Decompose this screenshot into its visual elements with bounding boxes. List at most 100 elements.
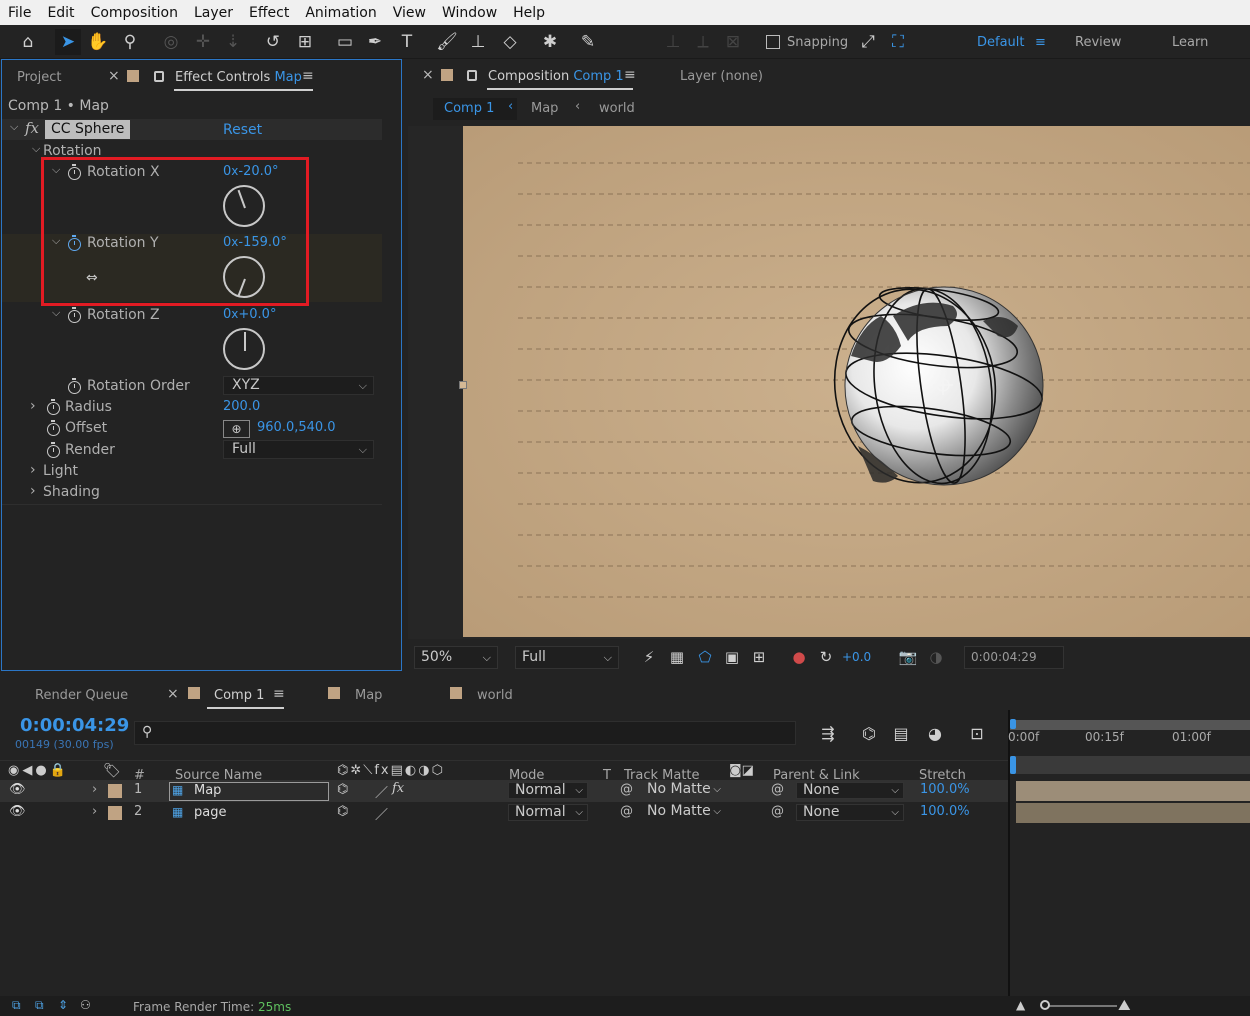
rotation-z-value[interactable]: 0x+0.0° — [223, 307, 276, 322]
expand-icon[interactable]: › — [30, 462, 36, 478]
radius-value[interactable]: 200.0 — [223, 399, 260, 414]
rotate-tool-icon[interactable]: ↺ — [260, 29, 286, 55]
offset-value[interactable]: 960.0,540.0 — [257, 420, 336, 435]
menu-effect[interactable]: Effect — [241, 5, 297, 21]
tab-world[interactable]: world — [477, 688, 513, 703]
mode-dropdown[interactable]: Normal ⌵ — [508, 782, 588, 799]
playhead-handle[interactable] — [1010, 719, 1016, 729]
motion-blur-icon[interactable]: ◕ — [922, 720, 948, 746]
viewer-timecode[interactable]: 0:00:04:29 — [964, 646, 1064, 669]
stopwatch-icon[interactable] — [68, 307, 81, 323]
tab-comp1[interactable]: Comp 1 — [214, 688, 264, 703]
stretch-value[interactable]: 100.0% — [920, 782, 970, 797]
workspace-default[interactable]: Default — [977, 35, 1025, 50]
close-tab-icon[interactable]: × — [108, 68, 120, 84]
timeline-search-input[interactable] — [134, 721, 796, 745]
parent-pickwhip-icon[interactable]: @ — [771, 804, 784, 819]
type-tool-icon[interactable]: T — [394, 29, 420, 55]
work-area-bar[interactable] — [1010, 720, 1250, 730]
collapse-effect-icon[interactable]: ⌵ — [10, 120, 18, 134]
rotation-z-row[interactable]: ⌵ Rotation Z 0x+0.0° — [2, 306, 382, 327]
home-icon[interactable]: ⌂ — [15, 29, 41, 55]
zoom-tool-icon[interactable]: ⚲ — [117, 29, 143, 55]
exposure-value[interactable]: +0.0 — [842, 650, 871, 664]
graph-editor-icon[interactable]: ⊡ — [964, 720, 990, 746]
track-matte-pickwhip-icon[interactable]: @ — [620, 782, 633, 797]
toggle-in-out-icon[interactable]: ⇕ — [58, 998, 68, 1012]
shading-group-row[interactable]: › Shading — [2, 483, 382, 504]
fast-preview-icon[interactable]: ⚡ — [636, 644, 662, 670]
mask-path-icon[interactable]: ⬠ — [692, 644, 718, 670]
fx-icon[interactable]: fx — [25, 119, 39, 137]
composition-mini-flowchart-icon[interactable]: ⇶ — [815, 720, 841, 746]
toggle-switches-icon[interactable]: ⧉ — [12, 998, 21, 1013]
resolution-dropdown[interactable]: Full ⌵ — [515, 646, 619, 669]
zoom-slider-handle[interactable] — [1040, 1000, 1050, 1010]
close-tab-icon[interactable]: × — [422, 67, 434, 83]
clone-stamp-icon[interactable]: ⊥ — [465, 29, 491, 55]
light-group-row[interactable]: › Light — [2, 462, 382, 483]
axis-world-icon[interactable]: ⟂ — [690, 29, 716, 55]
parent-pickwhip-icon[interactable]: @ — [771, 782, 784, 797]
stopwatch-icon[interactable] — [47, 442, 60, 458]
hand-tool-icon[interactable]: ✋ — [85, 29, 111, 55]
orbit-camera-icon[interactable]: ◎ — [158, 29, 184, 55]
layer-row-1[interactable]: 👁 › 1 ▦ Map ⌬ ／ fx Normal ⌵ @ No Matte ⌵ @… — [0, 780, 1008, 802]
snapping-checkbox[interactable] — [766, 35, 780, 49]
menu-file[interactable]: File — [0, 5, 39, 21]
rectangle-tool-icon[interactable]: ▭ — [332, 29, 358, 55]
collapse-transform-icon[interactable]: ⌬ — [337, 782, 348, 797]
reset-exposure-icon[interactable]: ↻ — [813, 644, 839, 670]
snapshot-icon[interactable]: 📷 — [895, 644, 921, 670]
axis-view-icon[interactable]: ⊠ — [720, 29, 746, 55]
menu-layer[interactable]: Layer — [186, 5, 241, 21]
breadcrumb-map[interactable]: Map — [531, 101, 558, 116]
quality-icon[interactable]: ／ — [375, 782, 388, 801]
puppet-pin-icon[interactable]: ✎ — [575, 29, 601, 55]
expand-icon[interactable]: › — [92, 782, 97, 797]
brush-tool-icon[interactable]: 🖌 — [434, 29, 460, 55]
workspace-review[interactable]: Review — [1075, 35, 1121, 50]
shy-layers-icon[interactable]: ⌬ — [856, 720, 882, 746]
effect-name[interactable]: CC Sphere — [45, 120, 131, 139]
panel-menu-icon[interactable]: ≡ — [624, 67, 636, 83]
axis-local-icon[interactable]: ⊥ — [660, 29, 686, 55]
stretch-value[interactable]: 100.0% — [920, 804, 970, 819]
eraser-tool-icon[interactable]: ◇ — [497, 29, 523, 55]
parent-dropdown[interactable]: None ⌵ — [796, 782, 904, 799]
pen-tool-icon[interactable]: ✒ — [362, 29, 388, 55]
layer-handle[interactable] — [459, 381, 467, 389]
lock-icon[interactable] — [154, 71, 164, 82]
track-matte-dropdown[interactable]: No Matte ⌵ — [641, 782, 721, 799]
quality-icon[interactable]: ／ — [375, 804, 388, 823]
comp-marker-bar[interactable] — [1010, 756, 1250, 774]
snap-options-icon[interactable]: ⤢ — [855, 29, 881, 55]
expand-icon[interactable]: › — [30, 398, 36, 414]
parent-dropdown[interactable]: None ⌵ — [796, 804, 904, 821]
timeline-zoom-slider[interactable] — [1042, 1005, 1117, 1007]
menu-composition[interactable]: Composition — [83, 5, 186, 21]
label-color-swatch[interactable] — [108, 784, 122, 798]
frame-blending-icon[interactable]: ▤ — [888, 720, 914, 746]
fx-switch-icon[interactable]: fx — [392, 781, 404, 796]
reset-link[interactable]: Reset — [223, 122, 262, 138]
tab-render-queue[interactable]: Render Queue — [35, 688, 128, 703]
collapse-icon[interactable]: ⌵ — [52, 306, 60, 320]
layer-bar-2[interactable] — [1016, 803, 1250, 823]
menu-animation[interactable]: Animation — [297, 5, 384, 21]
close-tab-icon[interactable]: × — [167, 686, 179, 702]
expand-icon[interactable]: › — [30, 483, 36, 499]
breadcrumb-world[interactable]: world — [599, 101, 635, 116]
show-snapshot-icon[interactable]: ◑ — [923, 644, 949, 670]
track-matte-dropdown[interactable]: No Matte ⌵ — [641, 804, 721, 821]
render-dropdown[interactable]: Full ⌵ — [223, 440, 374, 459]
rotation-z-dial[interactable] — [223, 328, 265, 370]
breadcrumb-comp1[interactable]: Comp 1 — [444, 101, 494, 116]
menu-view[interactable]: View — [385, 5, 434, 21]
label-color-swatch[interactable] — [108, 806, 122, 820]
panel-menu-icon[interactable]: ≡ — [273, 686, 285, 702]
stopwatch-icon[interactable] — [47, 399, 60, 415]
guides-icon[interactable]: ⊞ — [746, 644, 772, 670]
layer-name-field[interactable] — [169, 782, 329, 801]
color-channels-icon[interactable]: ● — [786, 644, 812, 670]
